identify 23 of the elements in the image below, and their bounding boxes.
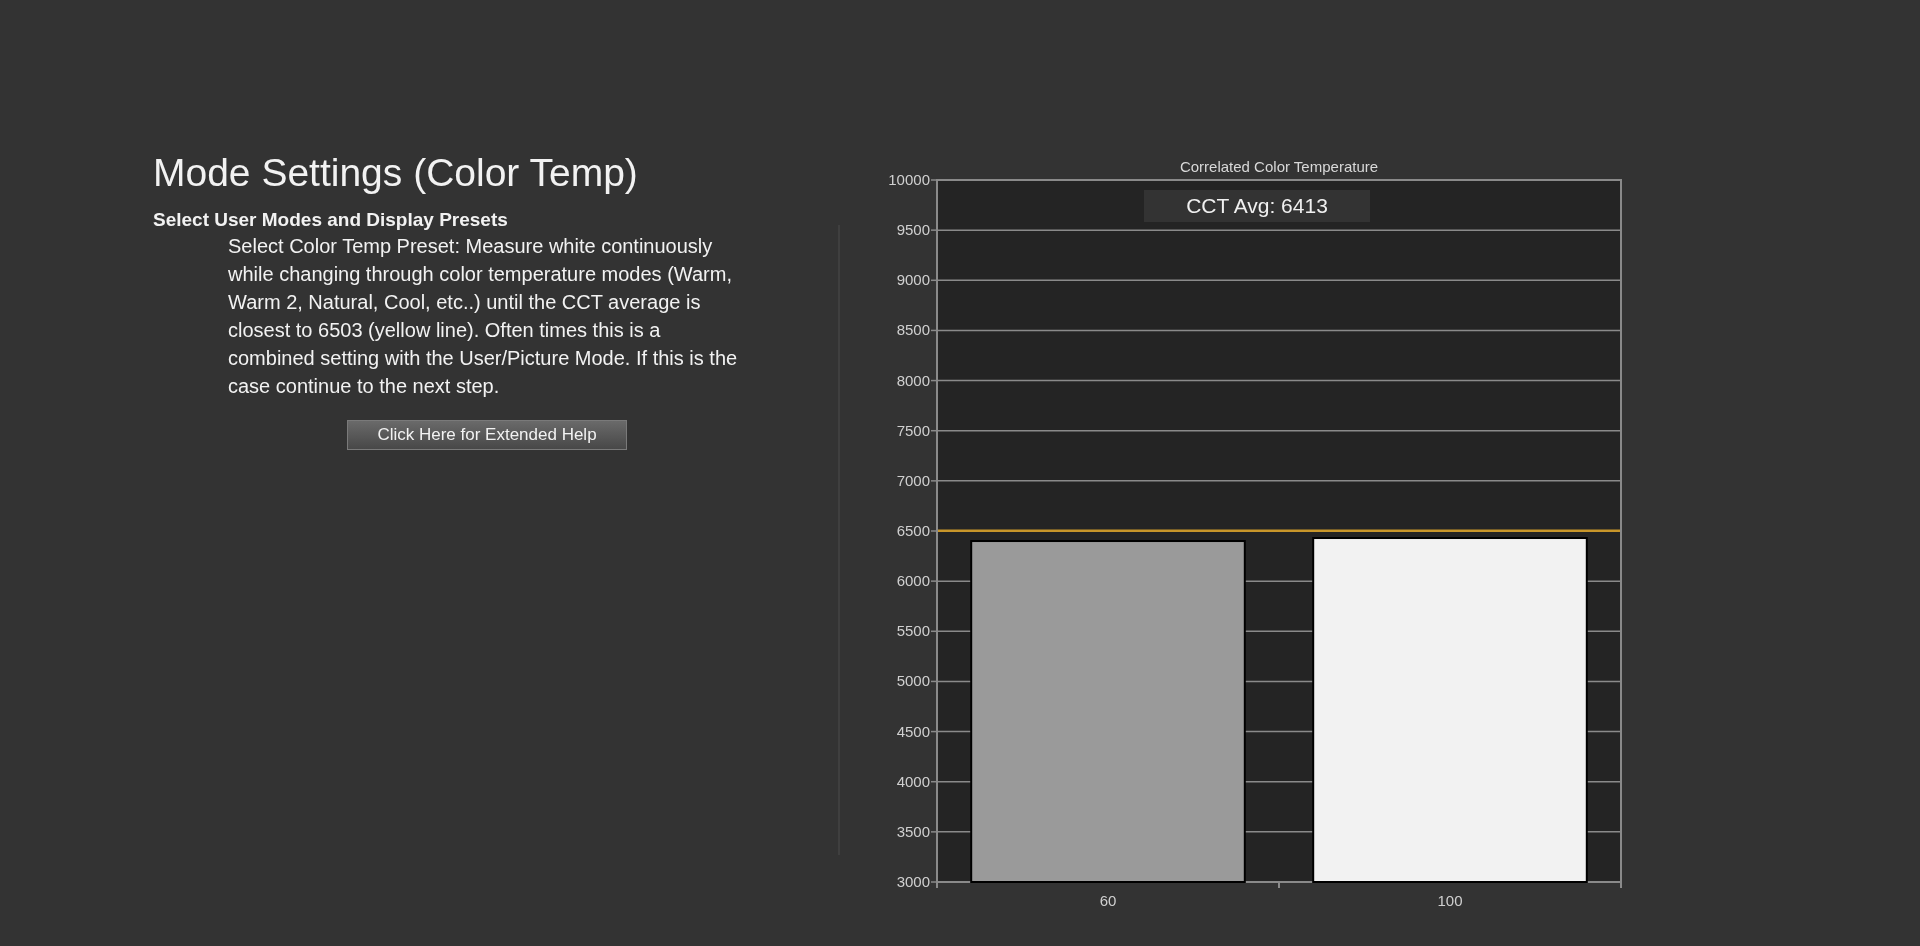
y-tick-label: 10000 xyxy=(888,171,930,188)
x-tick-label: 60 xyxy=(1099,892,1117,909)
extended-help-button[interactable]: Click Here for Extended Help xyxy=(347,420,627,450)
average-label: CCT Avg: 6413 xyxy=(1144,190,1370,222)
y-tick-label: 7500 xyxy=(896,421,930,439)
y-tick-label: 9000 xyxy=(896,271,930,289)
y-tick-label: 8500 xyxy=(896,321,930,339)
section-title: Select User Modes and Display Presets xyxy=(153,208,509,232)
y-tick-label: 3000 xyxy=(896,873,930,890)
y-tick-label: 6000 xyxy=(896,572,930,590)
x-tick-label: 100 xyxy=(1437,892,1463,909)
y-tick-label: 9500 xyxy=(896,221,930,239)
y-tick-label: 5000 xyxy=(896,672,930,690)
y-tick-label: 4500 xyxy=(896,722,930,740)
y-tick-label: 4000 xyxy=(896,772,930,790)
chart-title: Correlated Color Temperature xyxy=(1179,158,1379,175)
y-tick-label: 3500 xyxy=(896,822,930,840)
y-tick-label: 5500 xyxy=(896,622,930,640)
y-tick-label: 8000 xyxy=(896,371,930,389)
page-title: Mode Settings (Color Temp) xyxy=(153,150,639,196)
instructions-text: Select Color Temp Preset: Measure white continuously while changing through color temperature modes (Warm, Warm 2, Natural, Cool, etc..) until the CCT average is closest to 6503 (yellow line). Often times this is a combined setting with the User/Picture Mode. If this is the case continue to the next step. xyxy=(228,234,739,399)
y-tick-label: 6500 xyxy=(896,522,930,539)
y-tick-label: 7000 xyxy=(896,471,930,489)
